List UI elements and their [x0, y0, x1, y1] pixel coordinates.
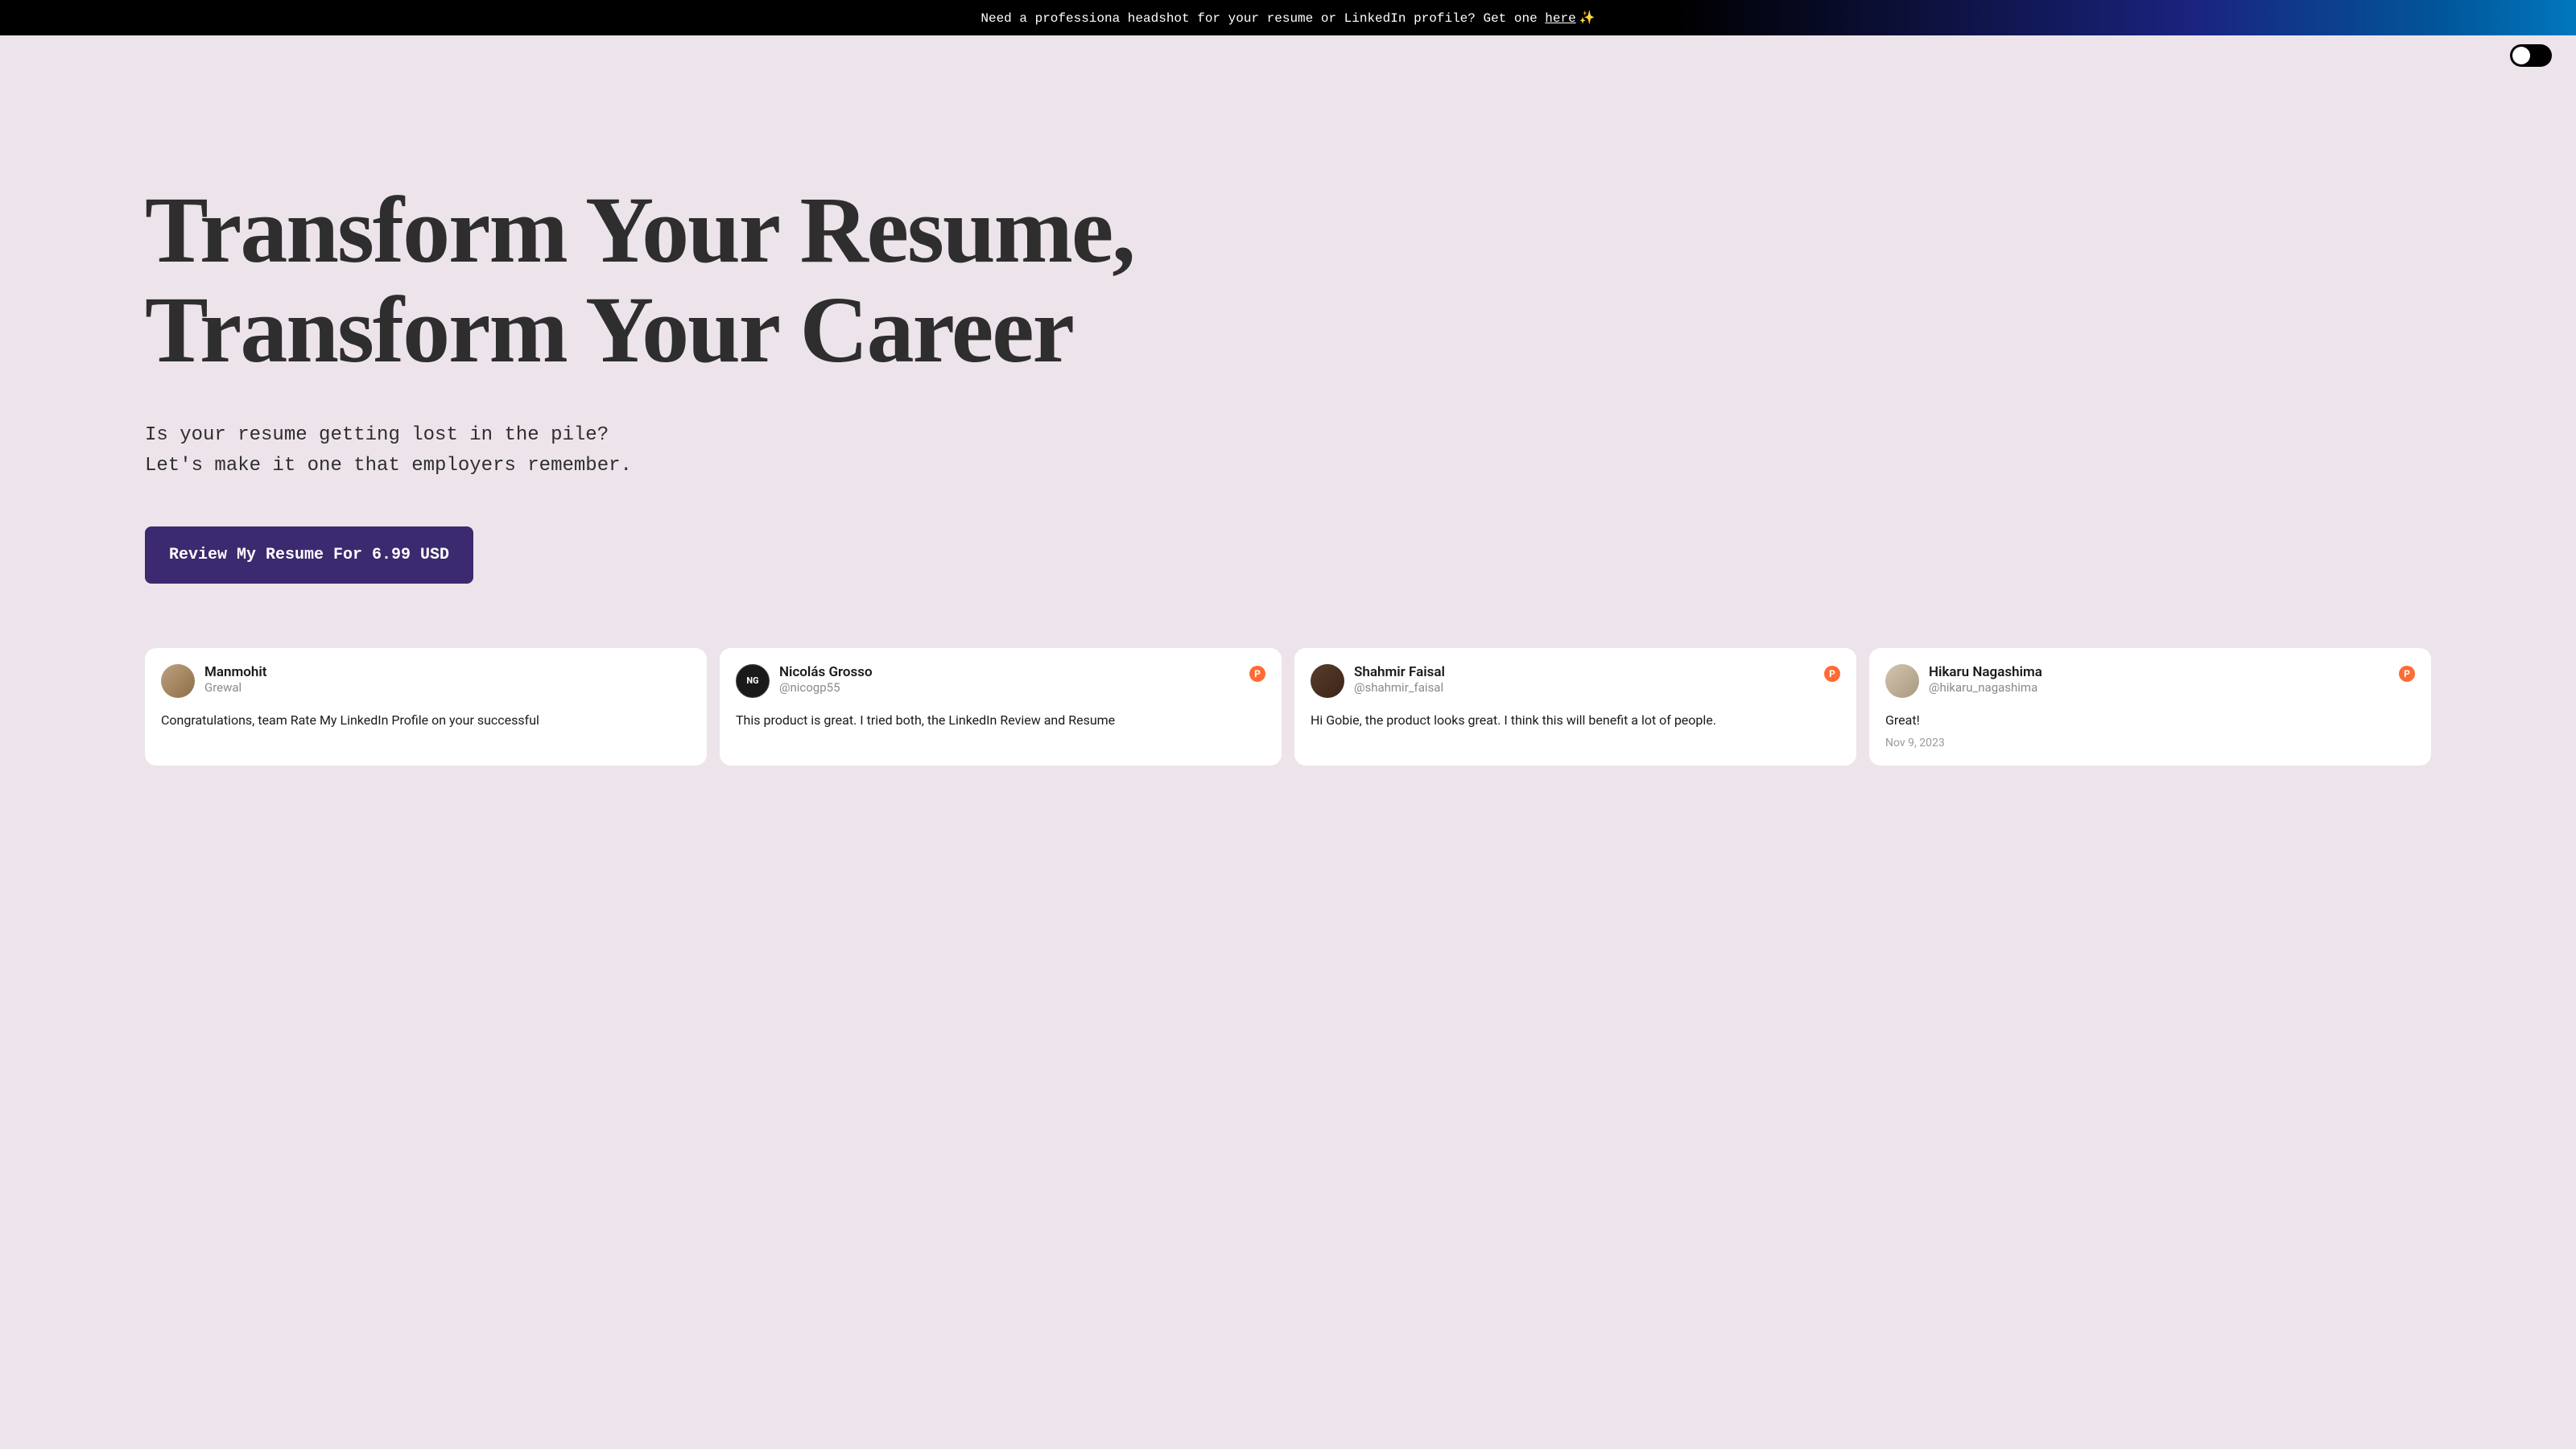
promo-banner: Need a professiona headshot for your res…: [0, 0, 2576, 35]
title-line-1: Transform Your Resume,: [145, 177, 1134, 283]
user-info: Nicolás Grosso @nicogp55: [779, 664, 1265, 695]
banner-link[interactable]: here: [1545, 11, 1575, 26]
product-hunt-badge-icon: P: [1249, 666, 1265, 682]
testimonial-text: Congratulations, team Rate My LinkedIn P…: [161, 711, 691, 730]
subtitle-line-2: Let's make it one that employers remembe…: [145, 455, 632, 477]
banner-text: Need a professiona headshot for your res…: [980, 11, 1545, 26]
user-name: Hikaru Nagashima: [1929, 664, 2415, 680]
avatar: [161, 664, 195, 698]
product-hunt-badge-icon: P: [1824, 666, 1840, 682]
testimonial-card: NG Nicolás Grosso @nicogp55 P This produ…: [720, 648, 1282, 766]
testimonial-card: Shahmir Faisal @shahmir_faisal P Hi Gobi…: [1294, 648, 1856, 766]
testimonial-header: Shahmir Faisal @shahmir_faisal P: [1311, 664, 1840, 698]
testimonial-text: Great!: [1885, 711, 2415, 730]
testimonial-date: Nov 9, 2023: [1885, 737, 2415, 749]
user-handle: @shahmir_faisal: [1354, 680, 1840, 695]
user-info: Hikaru Nagashima @hikaru_nagashima: [1929, 664, 2415, 695]
testimonial-header: Manmohit Grewal: [161, 664, 691, 698]
theme-toggle[interactable]: [2510, 44, 2552, 67]
testimonial-text: This product is great. I tried both, the…: [736, 711, 1265, 730]
avatar: [1885, 664, 1919, 698]
hero-section: Transform Your Resume, Transform Your Ca…: [0, 35, 2576, 648]
testimonial-card: Hikaru Nagashima @hikaru_nagashima P Gre…: [1869, 648, 2431, 766]
user-handle: Grewal: [204, 680, 691, 695]
user-handle: @nicogp55: [779, 680, 1265, 695]
avatar: [1311, 664, 1344, 698]
user-info: Manmohit Grewal: [204, 664, 691, 695]
avatar: NG: [736, 664, 770, 698]
sparkle-icon: ✨: [1579, 11, 1596, 26]
user-name: Shahmir Faisal: [1354, 664, 1840, 680]
testimonial-header: Hikaru Nagashima @hikaru_nagashima P: [1885, 664, 2415, 698]
page-title: Transform Your Resume, Transform Your Ca…: [145, 180, 2431, 380]
user-name: Manmohit: [204, 664, 691, 680]
testimonials-section: Manmohit Grewal Congratulations, team Ra…: [0, 648, 2576, 766]
subtitle-line-1: Is your resume getting lost in the pile?: [145, 424, 609, 446]
product-hunt-badge-icon: P: [2399, 666, 2415, 682]
toggle-knob: [2512, 47, 2530, 64]
user-info: Shahmir Faisal @shahmir_faisal: [1354, 664, 1840, 695]
title-line-2: Transform Your Career: [145, 277, 1073, 382]
user-handle: @hikaru_nagashima: [1929, 680, 2415, 695]
review-resume-button[interactable]: Review My Resume For 6.99 USD: [145, 526, 473, 584]
theme-toggle-container: [2510, 44, 2552, 67]
testimonial-card: Manmohit Grewal Congratulations, team Ra…: [145, 648, 707, 766]
testimonial-text: Hi Gobie, the product looks great. I thi…: [1311, 711, 1840, 730]
hero-subtitle: Is your resume getting lost in the pile?…: [145, 420, 2431, 482]
testimonial-header: NG Nicolás Grosso @nicogp55 P: [736, 664, 1265, 698]
user-name: Nicolás Grosso: [779, 664, 1265, 680]
